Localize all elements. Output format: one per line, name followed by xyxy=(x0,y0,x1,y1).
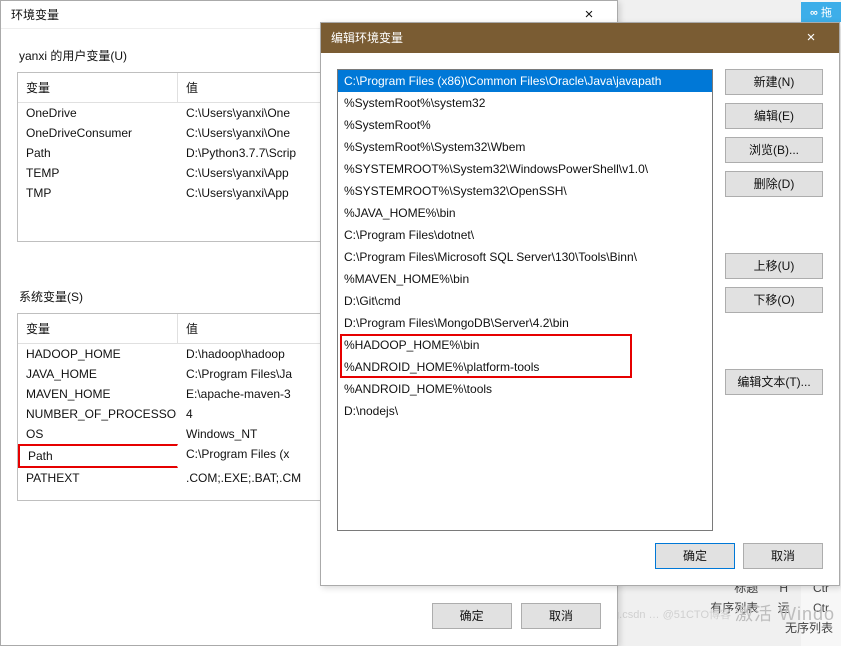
path-item[interactable]: D:\Git\cmd xyxy=(338,290,712,312)
path-item[interactable]: %SystemRoot%\system32 xyxy=(338,92,712,114)
cell-var: JAVA_HOME xyxy=(18,364,178,384)
path-item[interactable]: %SystemRoot% xyxy=(338,114,712,136)
move-up-button[interactable]: 上移(U) xyxy=(725,253,823,279)
cell-var: TMP xyxy=(18,183,178,203)
blue-tab: ∞ 拖 xyxy=(801,2,841,22)
cell-var: OS xyxy=(18,424,178,444)
dialog-title: 环境变量 xyxy=(11,1,59,29)
dialog-title: 编辑环境变量 xyxy=(331,23,403,53)
cell-var: Path xyxy=(18,143,178,163)
path-item[interactable]: C:\Program Files (x86)\Common Files\Orac… xyxy=(338,70,712,92)
path-item[interactable]: C:\Program Files\Microsoft SQL Server\13… xyxy=(338,246,712,268)
path-item[interactable]: %SystemRoot%\System32\Wbem xyxy=(338,136,712,158)
cell-var: TEMP xyxy=(18,163,178,183)
path-item[interactable]: D:\Program Files\MongoDB\Server\4.2\bin xyxy=(338,312,712,334)
edit-text-button[interactable]: 编辑文本(T)... xyxy=(725,369,823,395)
cell-var: OneDriveConsumer xyxy=(18,123,178,143)
path-item[interactable]: %HADOOP_HOME%\bin xyxy=(338,334,712,356)
path-item[interactable]: %ANDROID_HOME%\platform-tools xyxy=(338,356,712,378)
col-header-var[interactable]: 变量 xyxy=(18,73,178,102)
cell-var: Path xyxy=(18,444,178,468)
delete-button[interactable]: 删除(D) xyxy=(725,171,823,197)
cancel-button[interactable]: 取消 xyxy=(521,603,601,629)
path-item[interactable]: %SYSTEMROOT%\System32\WindowsPowerShell\… xyxy=(338,158,712,180)
cell-var: PATHEXT xyxy=(18,468,178,488)
path-item[interactable]: D:\nodejs\ xyxy=(338,400,712,422)
background-shortcuts: 标题 H Ctr 有序列表 运 Ctr 无序列表 xyxy=(710,578,833,638)
ok-button[interactable]: 确定 xyxy=(432,603,512,629)
browse-button[interactable]: 浏览(B)... xyxy=(725,137,823,163)
cell-var: OneDrive xyxy=(18,103,178,123)
path-item[interactable]: %JAVA_HOME%\bin xyxy=(338,202,712,224)
edit-env-var-dialog: 编辑环境变量 × C:\Program Files (x86)\Common F… xyxy=(320,22,840,586)
path-item[interactable]: C:\Program Files\dotnet\ xyxy=(338,224,712,246)
cancel-button[interactable]: 取消 xyxy=(743,543,823,569)
dialog-titlebar: 编辑环境变量 × xyxy=(321,23,839,53)
edit-button[interactable]: 编辑(E) xyxy=(725,103,823,129)
path-values-list[interactable]: C:\Program Files (x86)\Common Files\Orac… xyxy=(337,69,713,531)
side-button-column: 新建(N) 编辑(E) 浏览(B)... 删除(D) 上移(U) 下移(O) 编… xyxy=(725,69,823,531)
move-down-button[interactable]: 下移(O) xyxy=(725,287,823,313)
path-item[interactable]: %MAVEN_HOME%\bin xyxy=(338,268,712,290)
cell-var: MAVEN_HOME xyxy=(18,384,178,404)
path-item[interactable]: %SYSTEMROOT%\System32\OpenSSH\ xyxy=(338,180,712,202)
close-icon[interactable]: × xyxy=(793,23,829,53)
path-item[interactable]: %ANDROID_HOME%\tools xyxy=(338,378,712,400)
cell-var: HADOOP_HOME xyxy=(18,344,178,364)
new-button[interactable]: 新建(N) xyxy=(725,69,823,95)
ok-button[interactable]: 确定 xyxy=(655,543,735,569)
cell-var: NUMBER_OF_PROCESSORS xyxy=(18,404,178,424)
col-header-var[interactable]: 变量 xyxy=(18,314,178,343)
